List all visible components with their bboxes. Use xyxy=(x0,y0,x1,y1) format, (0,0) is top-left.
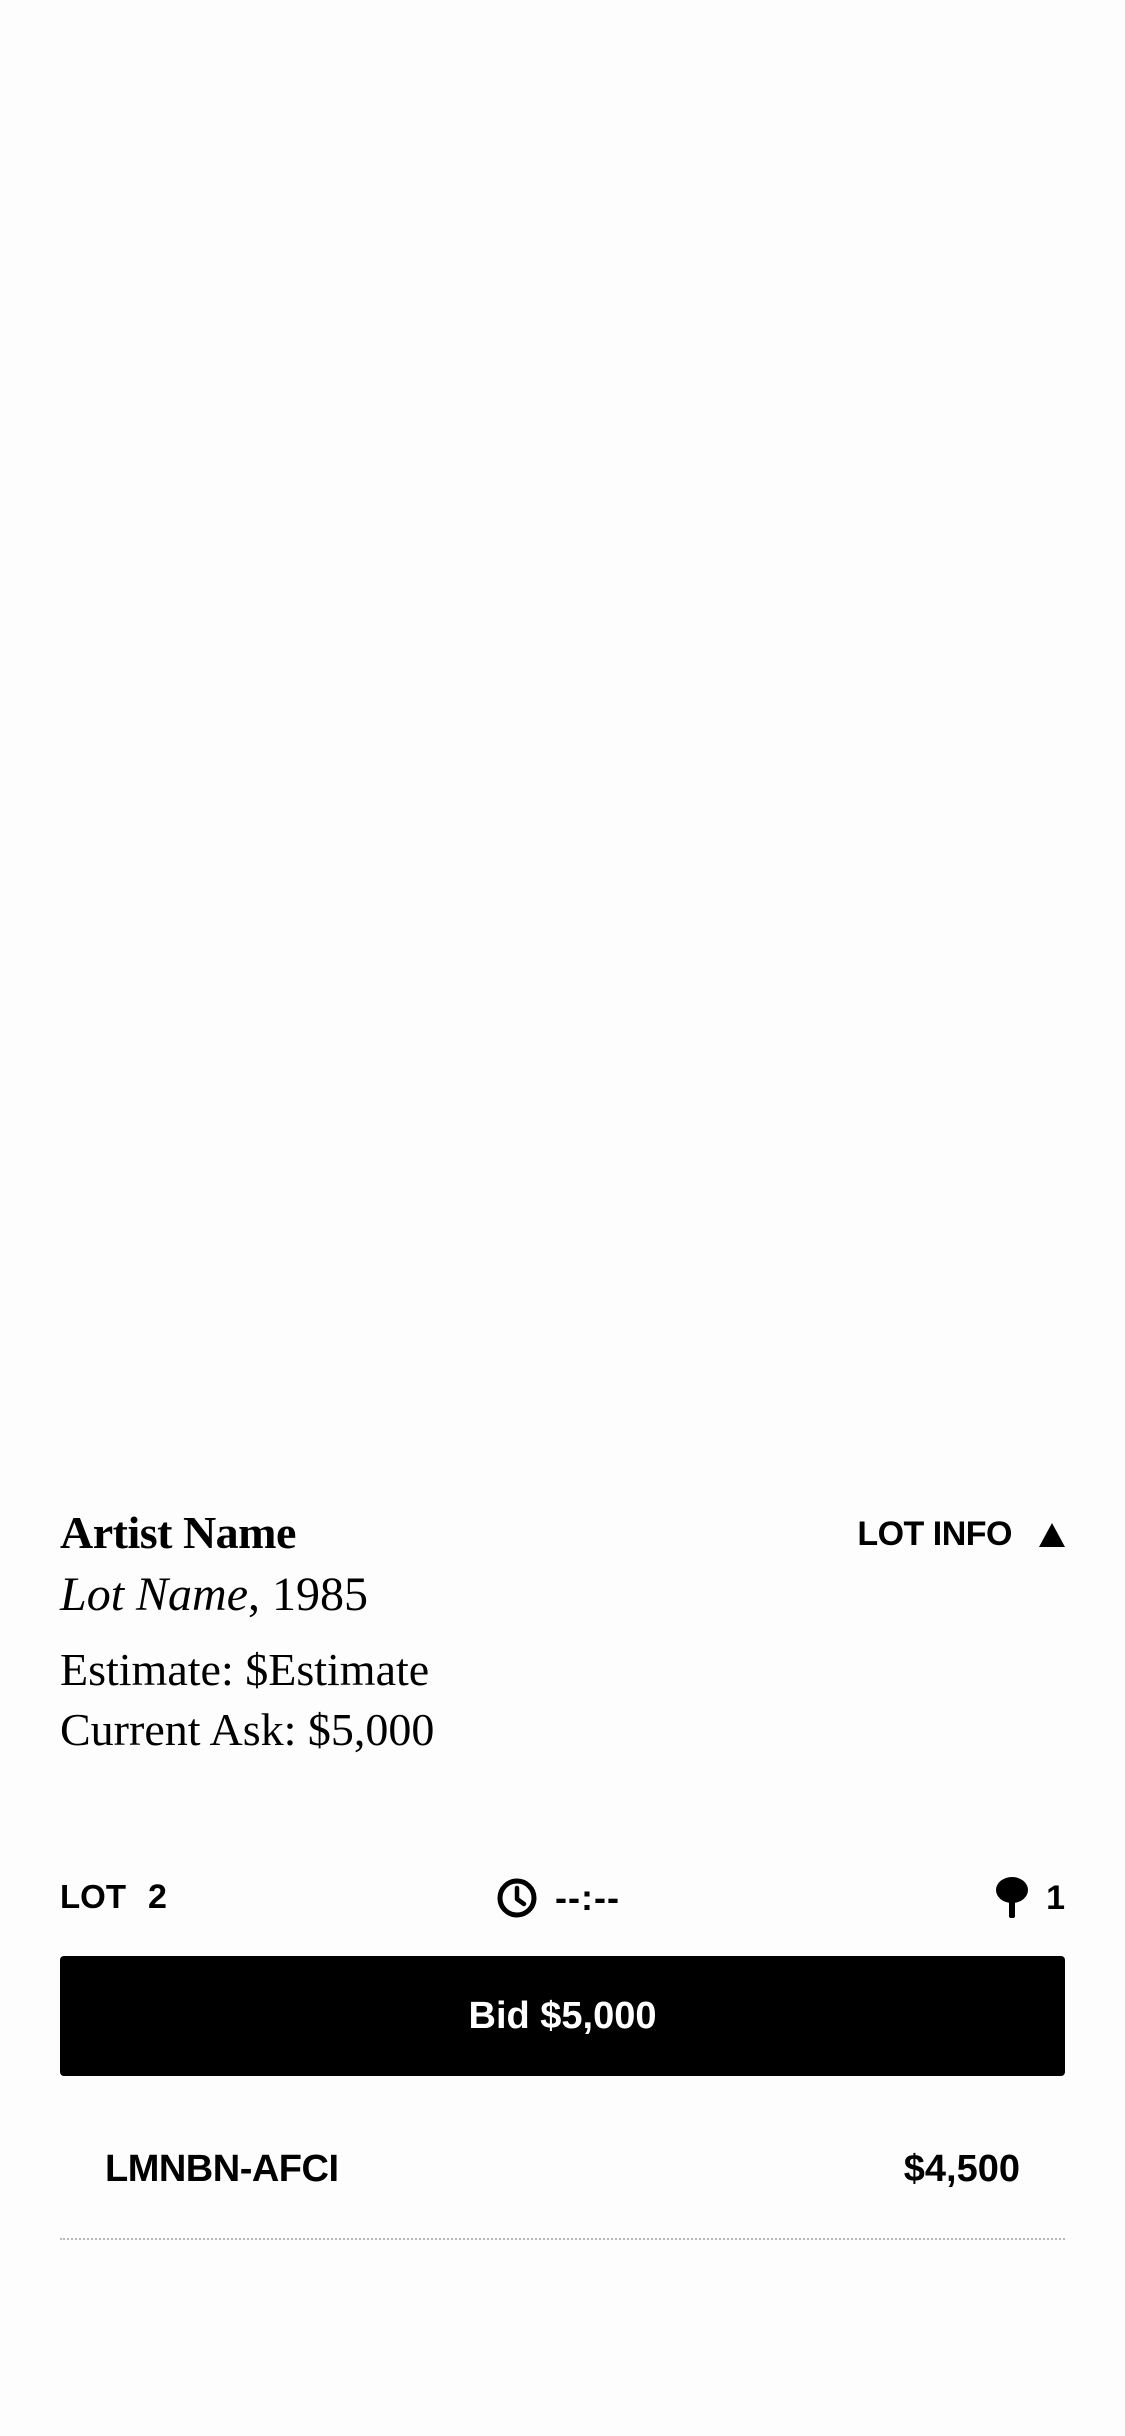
bid-button[interactable]: Bid $5,000 xyxy=(60,1956,1065,2076)
lot-number-value: 2 xyxy=(147,1878,167,1916)
timer-value: --:-- xyxy=(555,1877,620,1918)
lot-name: Lot Name xyxy=(60,1568,249,1621)
current-ask: Current Ask: $5,000 xyxy=(60,1704,435,1755)
bid-amount: $4,500 xyxy=(903,2148,1020,2190)
lot-image-area xyxy=(0,0,1125,1460)
triangle-up-icon xyxy=(1039,1522,1065,1547)
lot-status-row: LOT 2 --:-- 1 xyxy=(60,1870,1065,1926)
paddle-count-value: 1 xyxy=(1046,1878,1065,1917)
countdown-timer: --:-- xyxy=(495,1870,620,1926)
lot-label: LOT xyxy=(60,1878,126,1915)
lot-number: LOT 2 xyxy=(60,1878,167,1917)
bid-history-row: LMNBN-AFCI $4,500 xyxy=(60,2130,1065,2240)
bid-history-list: LMNBN-AFCI $4,500 xyxy=(60,2130,1065,2240)
lot-year: , 1985 xyxy=(248,1568,369,1621)
paddle-icon xyxy=(996,1877,1029,1918)
bidder-id: LMNBN-AFCI xyxy=(105,2148,339,2190)
bid-paddle-count: 1 xyxy=(994,1870,1065,1926)
lot-estimate: Estimate: $Estimate xyxy=(60,1644,430,1695)
lot-title: Lot Name, 1985 xyxy=(60,1565,368,1625)
lot-info-label: LOT INFO xyxy=(857,1515,1012,1553)
lot-info-button[interactable]: LOT INFO xyxy=(857,1515,1065,1554)
artist-name: Artist Name xyxy=(60,1507,296,1558)
clock-icon xyxy=(497,1878,537,1918)
